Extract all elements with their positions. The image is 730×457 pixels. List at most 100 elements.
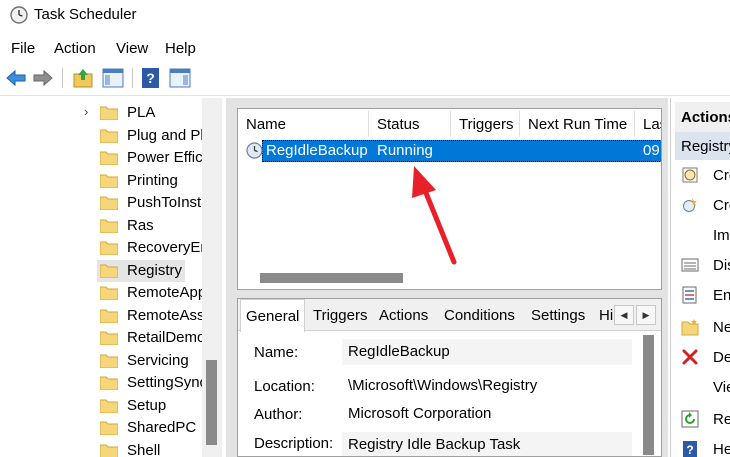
detail-scrollbar-thumb[interactable] [643, 335, 654, 455]
action-enable-history[interactable]: En [671, 282, 730, 308]
tree-item-recoveryenvironment[interactable]: RecoveryEnvironment [0, 237, 222, 259]
tree-item-label: Setup [127, 397, 167, 414]
tab-actions[interactable]: Actions [379, 307, 428, 324]
svg-text:?: ? [146, 70, 155, 86]
delete-folder-icon [682, 349, 698, 365]
tree-item-sharedpc[interactable]: SharedPC [0, 417, 222, 439]
action-display-running-tasks[interactable]: Dis [671, 252, 730, 278]
task-name-cell: RegIdleBackup [266, 142, 368, 159]
name-field[interactable]: RegIdleBackup [342, 339, 632, 365]
action-help[interactable]: ? He [671, 436, 730, 457]
column-header-last-run-time[interactable]: Las [643, 109, 661, 139]
task-list-scrollbar-thumb[interactable] [260, 273, 403, 283]
display-running-tasks-icon [681, 258, 699, 272]
tree-item-label: Servicing [127, 352, 189, 369]
forward-arrow-icon[interactable] [31, 66, 55, 90]
folder-icon [100, 151, 118, 165]
tree-scrollbar-thumb[interactable] [206, 360, 217, 445]
tree-item-shell[interactable]: Shell [0, 440, 222, 457]
task-list: Name Status Triggers Next Run Time Las R… [237, 108, 662, 290]
action-refresh[interactable]: Re [671, 406, 730, 432]
show-hide-action-pane-icon[interactable] [168, 66, 192, 90]
tree-item-settingsync[interactable]: SettingSync [0, 372, 222, 394]
action-new-folder[interactable]: Ne [671, 314, 730, 340]
action-label: Im [713, 227, 730, 244]
column-header-next-run-time[interactable]: Next Run Time [528, 109, 627, 139]
tree-item-servicing[interactable]: Servicing [0, 350, 222, 372]
create-basic-task-icon [682, 167, 698, 183]
create-task-icon [683, 198, 697, 212]
tab-scroll-left-icon[interactable]: ◀ [614, 305, 634, 325]
action-create-task[interactable]: Cre [671, 192, 730, 218]
tab-triggers[interactable]: Triggers [313, 307, 367, 324]
folder-icon [100, 421, 118, 435]
location-value: \Microsoft\Windows\Registry [348, 377, 538, 394]
console-tree: › PLA Plug and Play Power Efficiency Dia… [0, 98, 222, 457]
description-label: Description: [254, 435, 334, 452]
tree-item-retaildemo[interactable]: RetailDemo [0, 327, 222, 349]
action-label: Cre [713, 167, 730, 184]
column-header-name[interactable]: Name [246, 109, 286, 139]
tree-item-pushtoinstall[interactable]: PushToInstall [0, 192, 222, 214]
enable-history-icon [682, 286, 697, 304]
action-view[interactable]: Vie [671, 374, 730, 400]
folder-icon [100, 241, 118, 255]
action-label: Vie [713, 379, 730, 396]
title-bar: Task Scheduler [0, 0, 730, 34]
action-create-basic-task[interactable]: Cre [671, 162, 730, 188]
tree-item-ras[interactable]: Ras [0, 215, 222, 237]
tree-item-printing[interactable]: Printing [0, 170, 222, 192]
up-folder-icon[interactable] [71, 66, 95, 90]
expand-chevron-icon[interactable]: › [84, 104, 88, 119]
column-header-status[interactable]: Status [377, 109, 420, 139]
column-header-triggers[interactable]: Triggers [459, 109, 513, 139]
svg-text:?: ? [686, 443, 693, 457]
tab-scroll-right-icon[interactable]: ▶ [636, 305, 656, 325]
show-hide-console-tree-icon[interactable] [101, 66, 125, 90]
tree-item-label: RemoteAssistance [127, 307, 205, 324]
tree-item-label: Printing [127, 172, 178, 189]
tree-item-label: Plug and Play [127, 127, 205, 144]
tree-item-power-efficiency[interactable]: Power Efficiency Diagnostics [0, 147, 222, 169]
help-icon[interactable]: ? [139, 66, 163, 90]
tab-history[interactable]: Hi [599, 307, 613, 324]
clock-icon [10, 6, 28, 24]
tree-item-label: PushToInstall [127, 194, 205, 211]
window-title: Task Scheduler [34, 6, 137, 23]
name-label: Name: [254, 344, 299, 361]
menu-action[interactable]: Action [54, 40, 96, 57]
actions-header: Actions [675, 102, 730, 132]
back-arrow-icon[interactable] [4, 66, 28, 90]
new-folder-icon [681, 319, 699, 336]
menu-view[interactable]: View [116, 40, 148, 57]
tab-conditions[interactable]: Conditions [444, 307, 515, 324]
actions-section-registry[interactable]: Registry [675, 132, 730, 160]
actions-pane: Actions Registry Cre Cre Im Dis En Ne De… [670, 98, 730, 457]
task-detail-panel: General Triggers Actions Conditions Sett… [237, 298, 662, 457]
tab-general[interactable]: General [240, 299, 306, 332]
tree-item-label: Shell [127, 442, 161, 457]
tree-item-label: Ras [127, 217, 154, 234]
folder-icon [100, 444, 118, 457]
tree-item-setup[interactable]: Setup [0, 395, 222, 417]
action-import-task[interactable]: Im [671, 222, 730, 248]
refresh-icon [681, 410, 699, 428]
menu-help[interactable]: Help [165, 40, 196, 57]
tab-settings[interactable]: Settings [531, 307, 585, 324]
action-delete-folder[interactable]: De [671, 344, 730, 370]
action-label: De [713, 349, 730, 366]
tree-item-pla[interactable]: › PLA [0, 102, 222, 124]
folder-icon [100, 354, 118, 368]
action-label: Dis [713, 257, 730, 274]
task-status-cell: Running [377, 142, 433, 159]
description-field[interactable]: Registry Idle Backup Task [342, 432, 632, 456]
task-last-run-cell: 09 [643, 142, 660, 159]
folder-icon [100, 129, 118, 143]
folder-icon [100, 309, 118, 323]
menu-file[interactable]: File [11, 40, 35, 57]
action-label: He [713, 441, 730, 457]
tree-item-remoteassistance[interactable]: RemoteAssistance [0, 305, 222, 327]
tree-item-plug-and-play[interactable]: Plug and Play [0, 125, 222, 147]
tree-item-registry[interactable]: Registry [0, 260, 222, 282]
tree-item-remoteapp[interactable]: RemoteApp and Desktop Connections Update [0, 282, 222, 304]
